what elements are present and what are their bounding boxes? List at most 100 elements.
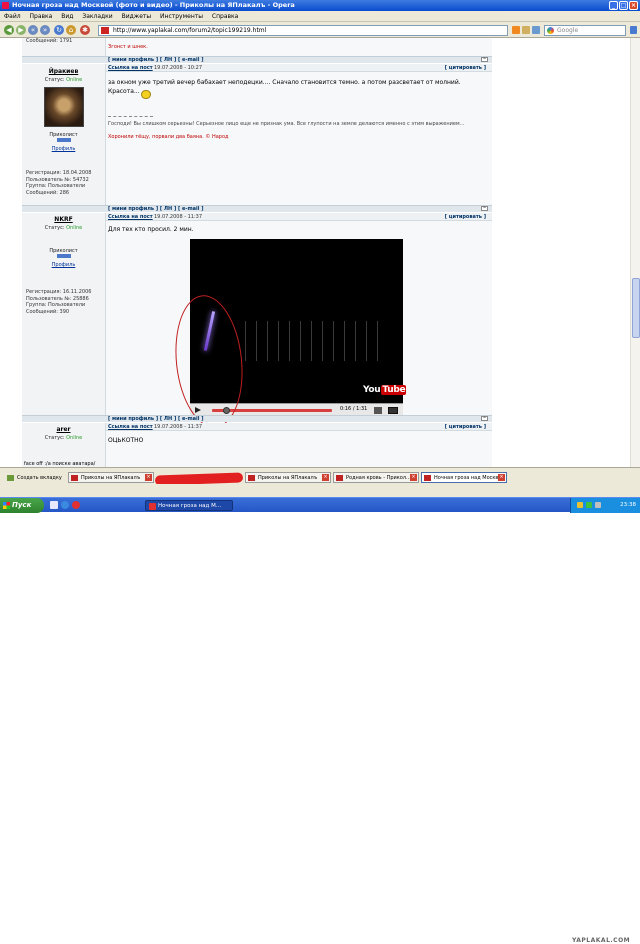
close-tab-icon[interactable]: ×	[322, 474, 329, 481]
dropdown-icon[interactable]	[532, 26, 540, 34]
quicklaunch-ie-icon[interactable]	[61, 501, 69, 509]
scroll-top-button[interactable]: ^	[481, 57, 488, 62]
site-logo: YAPLAKAL.COM	[572, 937, 631, 944]
tab-bar: Создать вкладку Приколы на ЯПлакалъ × При…	[0, 467, 640, 944]
quicklaunch-opera-icon[interactable]	[72, 501, 80, 509]
rss-icon[interactable]	[512, 26, 520, 34]
post-toolbar-2: [ мини профиль ] [ ЛН ] [ e-mail ] ^	[22, 205, 492, 212]
maximize-button[interactable]: □	[619, 1, 628, 10]
menu-widgets[interactable]: Виджеты	[122, 13, 152, 20]
menu-view[interactable]: Вид	[61, 13, 73, 20]
bookmark-icon[interactable]	[522, 26, 530, 34]
site-favicon	[101, 27, 109, 34]
status-bar	[0, 484, 640, 497]
username[interactable]: NKRF	[22, 216, 105, 223]
menu-bar: Файл Правка Вид Закладки Виджеты Инструм…	[0, 11, 640, 22]
post-toolbar-3: [ мини профиль ] [ ЛН ] [ e-mail ] ^	[22, 415, 492, 422]
minimize-button[interactable]: _	[609, 1, 618, 10]
time-display: 0:16 / 1:31	[340, 406, 368, 412]
tab-prikoly-2[interactable]: Приколы на ЯПлакалъ ×	[245, 472, 331, 483]
post-text: ОЦЬКОТНО	[108, 437, 144, 444]
vertical-scrollbar[interactable]	[630, 38, 640, 467]
post-link[interactable]: Ссылка на пост	[108, 213, 153, 221]
address-toolbar: ◀ ▶ « » ↻ ⌂ ✱ http://www.yaplakal.com/fo…	[0, 22, 640, 38]
windows-taskbar: Пуск Ночная гроза над М... 23:38	[0, 497, 640, 513]
search-input[interactable]: Google	[544, 25, 626, 36]
post-header: Ссылка на пост 19.07.2008 - 11:37 [ цити…	[106, 423, 492, 431]
url-input[interactable]: http://www.yaplakal.com/forum2/topic1992…	[98, 25, 508, 36]
post-header: Ссылка на пост 19.07.2008 - 11:37 [ цити…	[106, 213, 492, 221]
volume-icon[interactable]	[374, 407, 382, 414]
tab-favicon	[424, 475, 431, 481]
menu-file[interactable]: Файл	[4, 13, 21, 20]
user-sidebar: NKRF Статус: Online Приколист Профиль Ре…	[22, 213, 106, 415]
rank-icon	[56, 138, 71, 142]
signature-divider	[108, 116, 153, 117]
quote-button[interactable]: [ цитировать ]	[445, 213, 486, 221]
menu-edit[interactable]: Правка	[30, 13, 53, 20]
window-titlebar: Ночная гроза над Москвой (фото и видео) …	[0, 0, 640, 11]
page-content: Сообщений: 1791 Згонст и шнек. [ мини пр…	[0, 38, 640, 467]
quote-button[interactable]: [ цитировать ]	[445, 423, 486, 431]
post-header: Ссылка на пост 19.07.2008 - 10:27 [ цити…	[106, 64, 492, 72]
menu-tools[interactable]: Инструменты	[160, 13, 203, 20]
fullscreen-icon[interactable]	[388, 407, 398, 414]
clock: 23:38	[620, 502, 636, 508]
window-title: Ночная гроза над Москвой (фото и видео) …	[12, 1, 295, 9]
user-sidebar: Йракиев Статус: Online Приколист Профиль…	[22, 64, 106, 205]
post-body: ОЦЬКОТНО	[106, 431, 492, 467]
post-text: Для тех кто просил. 2 мин.	[108, 226, 194, 233]
post-body: за окном уже третий вечер бабахает непод…	[106, 72, 492, 205]
new-tab-button[interactable]: Создать вкладку	[4, 472, 66, 483]
reload-icon[interactable]: ↻	[54, 25, 64, 35]
close-button[interactable]: ×	[629, 1, 638, 10]
username[interactable]: Йракиев	[22, 68, 105, 75]
tab-favicon	[71, 475, 78, 481]
forward-icon[interactable]: ▶	[16, 25, 26, 35]
tab-prikoly-1[interactable]: Приколы на ЯПлакалъ ×	[68, 472, 154, 483]
windows-flag-icon	[3, 502, 10, 509]
tray-icon[interactable]	[595, 502, 601, 508]
username[interactable]: arer	[22, 426, 105, 433]
opera-icon	[149, 503, 156, 510]
close-tab-icon[interactable]: ×	[410, 474, 417, 481]
city-lights	[235, 321, 385, 361]
system-tray: 23:38	[570, 498, 640, 513]
rank-icon	[56, 254, 71, 258]
tab-favicon	[336, 475, 343, 481]
scroll-top-button[interactable]: ^	[481, 416, 488, 421]
profile-link[interactable]: Профиль	[22, 262, 105, 268]
close-tab-icon[interactable]: ×	[145, 474, 152, 481]
post-link[interactable]: Ссылка на пост	[108, 423, 153, 431]
quicklaunch-desktop-icon[interactable]	[50, 501, 58, 509]
tray-icon[interactable]	[577, 502, 583, 508]
rewind-icon[interactable]: «	[28, 25, 38, 35]
tab-favicon	[248, 475, 255, 481]
home-icon[interactable]: ⌂	[66, 25, 76, 35]
tab-nochnaya-groza[interactable]: Ночная гроза над Москв... ×	[421, 472, 507, 483]
tray-icon[interactable]	[586, 502, 592, 508]
post-text: за окном уже третий вечер бабахает непод…	[108, 79, 461, 95]
tab-rodnaya-krov[interactable]: Родная кровь - Прикол... ×	[333, 472, 419, 483]
scroll-thumb[interactable]	[632, 278, 640, 338]
scroll-top-button[interactable]: ^	[481, 206, 488, 211]
fast-forward-icon[interactable]: »	[40, 25, 50, 35]
task-opera-window[interactable]: Ночная гроза над М...	[145, 500, 233, 511]
back-icon[interactable]: ◀	[4, 25, 14, 35]
close-tab-icon[interactable]: ×	[498, 474, 505, 481]
start-button[interactable]: Пуск	[0, 498, 44, 513]
post-link[interactable]: Ссылка на пост	[108, 64, 153, 72]
new-tab-icon	[7, 475, 14, 481]
menu-bookmarks[interactable]: Закладки	[82, 13, 112, 20]
youtube-logo: You Tube	[363, 385, 407, 395]
prev-post-body: Згонст и шнек.	[106, 38, 492, 56]
quote-button[interactable]: [ цитировать ]	[445, 64, 486, 72]
avatar	[43, 87, 84, 127]
google-icon	[547, 27, 554, 34]
wand-icon[interactable]: ✱	[80, 25, 90, 35]
profile-link[interactable]: Профиль	[22, 146, 105, 152]
menu-help[interactable]: Справка	[212, 13, 238, 20]
post-toolbar-1: [ мини профиль ] [ ЛН ] [ e-mail ] ^	[22, 56, 492, 63]
search-go-icon[interactable]	[630, 26, 637, 34]
prev-post-sidebar: Сообщений: 1791	[22, 38, 106, 56]
